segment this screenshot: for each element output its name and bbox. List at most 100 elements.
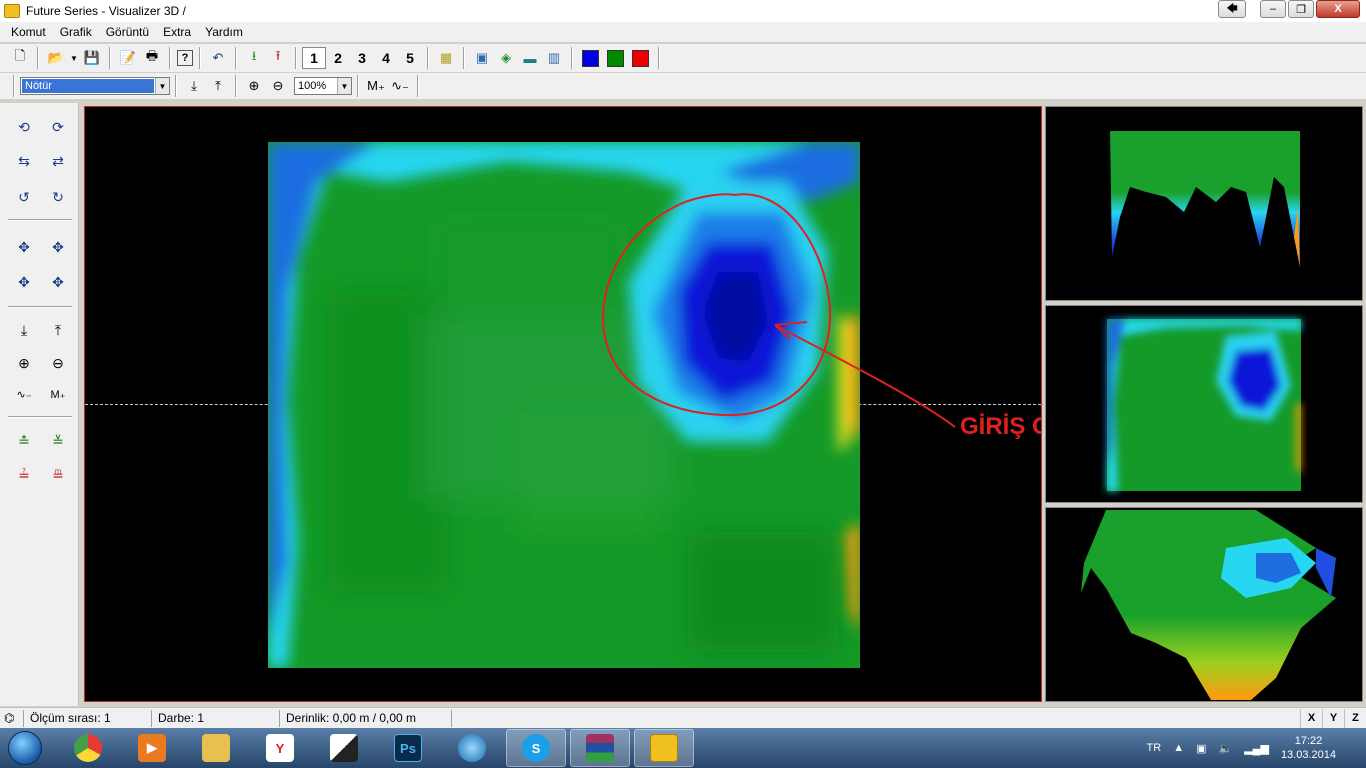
amplify-minus-icon[interactable]: ∿₋ xyxy=(389,75,411,97)
toolbar-separator xyxy=(427,47,429,69)
depth-up-icon[interactable]: ⤒ xyxy=(46,319,70,341)
menu-komut[interactable]: Komut xyxy=(4,25,53,39)
top-down-view[interactable] xyxy=(1045,305,1363,503)
network-signal-icon[interactable]: ▂▄▆ xyxy=(1244,742,1269,755)
color-blue-swatch[interactable] xyxy=(582,49,599,67)
tray-expand-icon[interactable]: ▲ xyxy=(1173,742,1184,754)
menu-bar: Komut Grafik Görüntü Extra Yardım xyxy=(0,22,1366,42)
taskbar-network[interactable] xyxy=(442,729,502,767)
move-icon[interactable]: ✥ xyxy=(12,236,36,258)
layer-last-icon[interactable]: ≞ xyxy=(46,464,70,486)
amplify-plus-icon[interactable]: M₊ xyxy=(46,383,70,405)
toolbar-separator xyxy=(658,47,660,69)
axis-y-button[interactable]: Y xyxy=(1322,708,1344,728)
taskbar-visualizer[interactable] xyxy=(634,729,694,767)
mode-select[interactable]: Nötür ▼ xyxy=(20,77,170,95)
rotate-z-cw-icon[interactable]: ↻ xyxy=(46,186,70,208)
depth-down-icon[interactable]: ⤓ xyxy=(12,319,36,341)
rotate-y-right-icon[interactable]: ⇄ xyxy=(46,150,70,172)
zoom-in-icon[interactable]: ⊕ xyxy=(12,352,36,374)
taskbar-yandex[interactable]: Y xyxy=(250,729,310,767)
layer-down-icon[interactable]: ≚ xyxy=(46,430,70,452)
perspective-3d-view[interactable] xyxy=(1045,507,1363,702)
rotate-z-ccw-icon[interactable]: ↺ xyxy=(12,186,36,208)
depth-down-icon[interactable]: ⤓ xyxy=(183,75,205,97)
view-2-button[interactable]: 2 xyxy=(326,47,350,69)
menu-goruntu[interactable]: Görüntü xyxy=(99,25,156,39)
amplify-minus-icon[interactable]: ∿₋ xyxy=(12,383,36,405)
taskbar-winrar[interactable] xyxy=(570,729,630,767)
view-5-button[interactable]: 5 xyxy=(398,47,422,69)
taskbar-skype[interactable]: S xyxy=(506,729,566,767)
zoom-select[interactable]: 100% ▼ xyxy=(294,77,352,95)
taskbar-app[interactable] xyxy=(314,729,374,767)
rotate-x-cw-icon[interactable]: ⟳ xyxy=(46,116,70,138)
panel-separator xyxy=(8,219,72,221)
close-button[interactable]: X xyxy=(1316,0,1360,18)
axis-x-button[interactable]: X xyxy=(1300,708,1322,728)
layer-up-icon[interactable]: ≛ xyxy=(12,430,36,452)
maximize-button[interactable]: ❐ xyxy=(1288,0,1314,18)
yandex-icon: Y xyxy=(266,734,294,762)
restore-shortcut-button[interactable]: 🡄 xyxy=(1218,0,1246,18)
help-icon[interactable]: ? xyxy=(177,50,193,66)
new-file-icon[interactable]: 🗋 xyxy=(9,47,31,69)
volume-view-icon[interactable]: ▥ xyxy=(543,47,565,69)
taskbar-explorer[interactable] xyxy=(186,729,246,767)
layer-first-icon[interactable]: ≟ xyxy=(12,464,36,486)
rotate-y-left-icon[interactable]: ⇆ xyxy=(12,150,36,172)
language-indicator[interactable]: TR xyxy=(1147,742,1162,754)
menu-grafik[interactable]: Grafik xyxy=(53,25,99,39)
zoom-in-icon[interactable]: ⊕ xyxy=(243,75,265,97)
status-empty xyxy=(452,710,1300,727)
filter-up-icon[interactable]: ⭱ xyxy=(267,47,289,69)
view-3-button[interactable]: 3 xyxy=(350,47,374,69)
menu-extra[interactable]: Extra xyxy=(156,25,198,39)
layer-view-icon[interactable]: ◈ xyxy=(495,47,517,69)
color-green-swatch[interactable] xyxy=(607,49,624,67)
clock-date: 13.03.2014 xyxy=(1280,749,1336,761)
taskbar-chrome[interactable] xyxy=(58,729,118,767)
taskbar-photoshop[interactable]: Ps xyxy=(378,729,438,767)
dropdown-arrow-icon[interactable]: ▼ xyxy=(69,47,79,69)
map-view-icon[interactable]: ▣ xyxy=(471,47,493,69)
antivirus-icon[interactable]: ▣ xyxy=(1196,742,1206,755)
undo-icon[interactable]: ↶ xyxy=(207,47,229,69)
view-4-button[interactable]: 4 xyxy=(374,47,398,69)
depth-up-icon[interactable]: ⤒ xyxy=(207,75,229,97)
system-tray: TR ▲ ▣ 🔈 ▂▄▆ 17:22 13.03.2014 xyxy=(1141,728,1366,768)
title-bar: Future Series - Visualizer 3D / 🡄 – ❐ X xyxy=(0,0,1366,22)
rotate-x-ccw-icon[interactable]: ⟲ xyxy=(12,116,36,138)
start-button[interactable] xyxy=(0,728,50,768)
clock[interactable]: 17:22 13.03.2014 xyxy=(1281,734,1336,762)
menu-yardim[interactable]: Yardım xyxy=(198,25,250,39)
view-1-button[interactable]: 1 xyxy=(302,47,326,69)
explorer-icon xyxy=(202,734,230,762)
move-alt-icon[interactable]: ✥ xyxy=(46,236,70,258)
top-down-graphic xyxy=(1107,319,1301,491)
filter-down-icon[interactable]: ⭳ xyxy=(243,47,265,69)
main-plot-view[interactable]: GİRİŞ OLABİLİR xyxy=(84,106,1042,702)
move-down-icon[interactable]: ✥ xyxy=(12,271,36,293)
amplify-plus-icon[interactable]: M₊ xyxy=(365,75,387,97)
open-folder-icon[interactable]: 📂 xyxy=(45,47,67,69)
surface-view-icon[interactable]: ▬ xyxy=(519,47,541,69)
toolbar-separator xyxy=(571,47,573,69)
grid-icon[interactable]: ▦ xyxy=(435,47,457,69)
color-red-swatch[interactable] xyxy=(632,49,649,67)
toolbar-separator xyxy=(37,47,39,69)
highlight-circle xyxy=(602,193,832,417)
side-profile-view[interactable] xyxy=(1045,106,1363,301)
move-up-icon[interactable]: ✥ xyxy=(46,271,70,293)
save-icon[interactable]: 💾 xyxy=(81,47,103,69)
toolbar-separator xyxy=(357,75,359,97)
export-icon[interactable]: 📝 xyxy=(117,47,139,69)
print-icon[interactable]: 🖶 xyxy=(141,47,163,69)
toolbar-separator xyxy=(13,75,15,97)
zoom-out-icon[interactable]: ⊖ xyxy=(46,352,70,374)
zoom-out-icon[interactable]: ⊖ xyxy=(267,75,289,97)
minimize-button[interactable]: – xyxy=(1260,0,1286,18)
taskbar-media-player[interactable]: ▶ xyxy=(122,729,182,767)
axis-z-button[interactable]: Z xyxy=(1344,708,1366,728)
volume-icon[interactable]: 🔈 xyxy=(1219,742,1233,755)
